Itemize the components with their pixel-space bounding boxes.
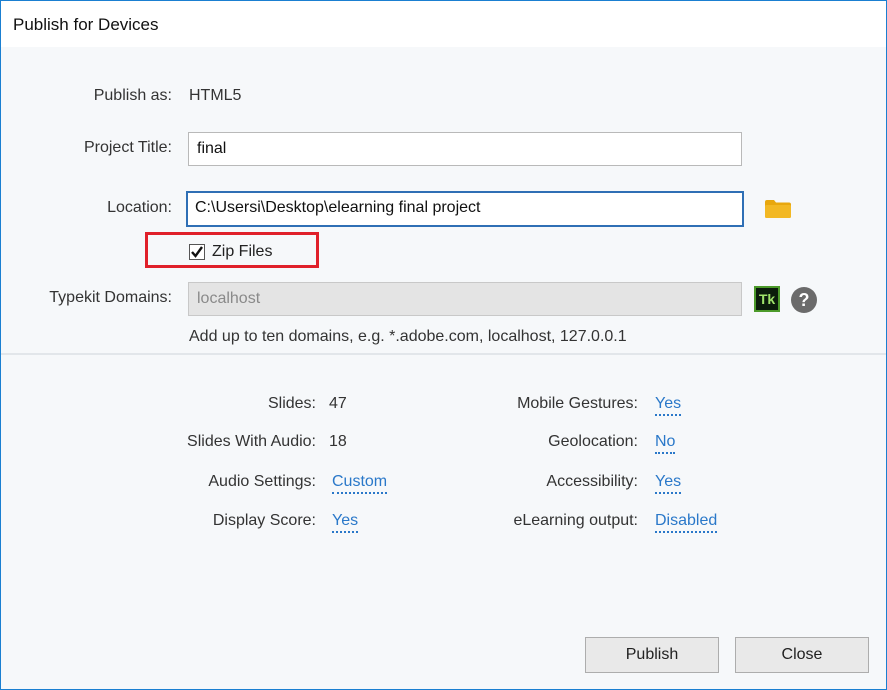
slides-with-audio-label: Slides With Audio: [187, 433, 316, 450]
publish-as-value: HTML5 [189, 87, 242, 104]
publish-dialog: Publish for Devices Publish as: HTML5 Pr… [0, 0, 887, 690]
typekit-domains-label: Typekit Domains: [49, 289, 172, 306]
display-score-label: Display Score: [212, 512, 316, 529]
dialog-title: Publish for Devices [13, 15, 159, 34]
section-divider [1, 353, 886, 355]
publish-button[interactable]: Publish [585, 637, 719, 673]
zip-files-label[interactable]: Zip Files [212, 243, 272, 261]
audio-settings-label: Audio Settings: [208, 473, 316, 490]
display-score-link[interactable]: Yes [332, 512, 359, 533]
help-icon[interactable]: ? [791, 287, 817, 313]
typekit-icon[interactable]: Tk [754, 286, 780, 312]
folder-icon[interactable] [765, 200, 791, 218]
mobile-gestures-label: Mobile Gestures: [517, 395, 638, 412]
publish-as-label: Publish as: [93, 87, 172, 104]
geolocation-label: Geolocation: [548, 433, 638, 450]
slides-with-audio-value: 18 [329, 433, 347, 450]
slides-label: Slides: [267, 395, 316, 412]
location-label: Location: [107, 199, 172, 216]
elearning-output-label: eLearning output: [513, 512, 638, 529]
geolocation-link[interactable]: No [655, 433, 676, 454]
elearning-output-link[interactable]: Disabled [655, 512, 718, 533]
slides-value: 47 [329, 395, 347, 412]
typekit-hint: Add up to ten domains, e.g. *.adobe.com,… [189, 328, 627, 345]
project-title-input[interactable]: final [188, 132, 742, 166]
location-input[interactable]: C:\Usersi\Desktop\elearning final projec… [186, 191, 744, 227]
accessibility-link[interactable]: Yes [655, 473, 682, 494]
checkmark-icon [191, 246, 203, 258]
zip-files-checkbox[interactable] [189, 244, 205, 260]
accessibility-label: Accessibility: [546, 473, 638, 490]
close-button[interactable]: Close [735, 637, 869, 673]
audio-settings-link[interactable]: Custom [332, 473, 388, 494]
typekit-domains-input: localhost [188, 282, 742, 316]
project-title-label: Project Title: [83, 139, 172, 156]
mobile-gestures-link[interactable]: Yes [655, 395, 682, 416]
title-bar: Publish for Devices [1, 1, 886, 47]
